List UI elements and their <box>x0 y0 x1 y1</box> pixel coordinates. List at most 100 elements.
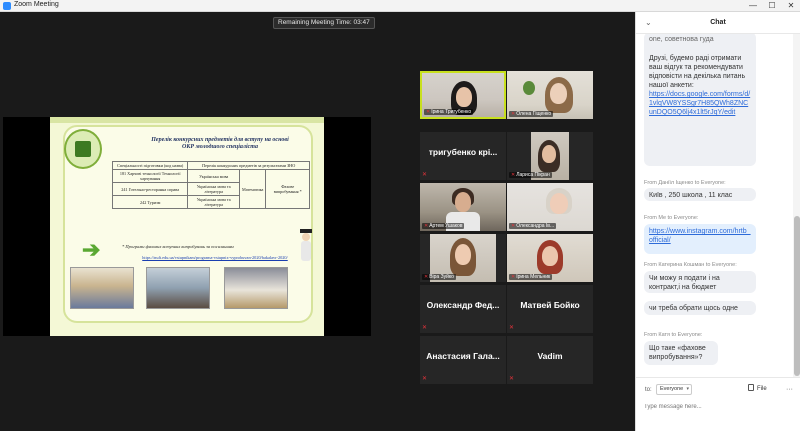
plant-decoration <box>523 81 535 95</box>
recipient-select[interactable]: Everyone ▾ <box>656 384 692 395</box>
chat-message-link[interactable]: https://docs.google.com/forms/d/1vlqVW8Y… <box>649 90 751 117</box>
participant-name: ✕Олена Гіщенко <box>509 111 554 117</box>
table-cell: 241 Готельно-ресторанна справа <box>111 182 189 196</box>
mic-muted-icon: ✕ <box>511 223 516 229</box>
chat-message-text: чи треба обрати щось одне <box>649 305 738 312</box>
table-row: Спеціальності підготовки (код назва) Пер… <box>111 161 310 170</box>
participant-name: Олександр Фед... <box>426 300 500 310</box>
chat-header: ⌄ Chat <box>636 12 800 34</box>
mic-muted-icon: ✕ <box>424 274 429 280</box>
mic-muted-icon: ✕ <box>422 376 428 382</box>
slide-photo-kitchen <box>70 267 134 309</box>
graduate-figure <box>298 229 314 263</box>
window-titlebar: Zoom Meeting — ☐ ✕ <box>0 0 800 12</box>
participant-tile[interactable]: Олександр Фед... ✕ <box>420 285 506 333</box>
more-options-button[interactable]: ··· <box>786 384 793 395</box>
chat-message-bubble: Що таке «фахове випробування»? <box>644 341 718 365</box>
participant-tile[interactable]: ✕Ірина Мельник <box>507 234 593 282</box>
mic-muted-icon: ✕ <box>511 172 516 178</box>
chat-message-bubble: https://www.instagram.com/hrtb_official/ <box>644 224 756 254</box>
participant-tile[interactable]: ✕Олена Гіщенко <box>507 71 593 119</box>
table-cell: Перелік конкурсних предметів за результа… <box>187 161 310 170</box>
participant-tile[interactable]: ✕Лариса Пікран <box>507 132 593 180</box>
participant-name: ✕Віра Зуйко <box>422 274 456 280</box>
mic-muted-icon: ✕ <box>511 111 516 117</box>
table-cell: 242 Туризм <box>111 195 189 209</box>
chat-message-bubble: Чи можу я подати і на контракт,і на бюдж… <box>644 271 756 293</box>
slide-top-band <box>50 117 324 123</box>
chat-message-text: one, советнова гуда <box>649 36 714 43</box>
chat-sender: From Катя to Everyone: <box>644 332 703 338</box>
arrow-right-icon: ➔ <box>82 237 101 262</box>
mic-muted-icon: ✕ <box>422 325 428 331</box>
chat-message-bubble: Київ , 250 школа , 11 клас <box>644 188 756 201</box>
chevron-down-icon: ▾ <box>686 386 689 392</box>
participant-tile[interactable]: тригубенко крі... ✕ <box>420 132 506 180</box>
table-cell: Фахове випробування * <box>265 169 310 209</box>
table-cell: Українська мова та література <box>187 182 240 196</box>
chat-message-bubble: чи треба обрати щось одне <box>644 301 756 315</box>
chat-composer: to: Everyone ▾ File ··· <box>636 377 800 431</box>
table-cell: 181 Харчові технології Технології харчув… <box>111 169 189 183</box>
mic-muted-icon: ✕ <box>509 325 515 331</box>
meeting-area: Remaining Meeting Time: 03:47 Перелік ко… <box>0 12 635 431</box>
slide-photo-students <box>146 267 210 309</box>
participant-tile[interactable]: ✕Олександра Ів... <box>507 183 593 231</box>
chat-scrollbar[interactable] <box>793 34 800 377</box>
recipient-label: to: <box>645 387 652 393</box>
participant-tile[interactable]: ✕Віра Зуйко <box>420 234 506 282</box>
close-button[interactable]: ✕ <box>782 0 800 12</box>
participant-face <box>456 87 472 107</box>
participant-name: ✕Олександра Ів... <box>509 223 557 229</box>
mic-muted-icon: ✕ <box>426 109 431 115</box>
participant-face <box>550 193 568 214</box>
shared-screen[interactable]: Перелік конкурсних предметів для вступу … <box>3 117 371 336</box>
participant-tile[interactable]: ✕Ірина Тригубенко <box>420 71 506 119</box>
file-button-label: File <box>757 386 767 392</box>
window-title: Zoom Meeting <box>14 1 59 8</box>
slide-title: Перелік конкурсних предметів для вступу … <box>151 137 289 150</box>
chat-sender: From Даніїл Іщенко to Everyone: <box>644 180 726 186</box>
participant-face <box>542 145 556 163</box>
mic-muted-icon: ✕ <box>511 274 516 280</box>
chat-message-input[interactable] <box>644 400 792 414</box>
maximize-button[interactable]: ☐ <box>763 0 781 12</box>
table-cell: Українська мова та література <box>187 195 240 209</box>
slide-link: https://nuft.edu.ua/vstupnikam/programa-… <box>142 255 288 260</box>
zoom-app-icon <box>3 2 11 10</box>
chat-sender: From Me to Everyone: <box>644 215 699 221</box>
file-button[interactable]: File <box>748 384 767 395</box>
participant-tile[interactable]: Vadim ✕ <box>507 336 593 384</box>
participant-tile[interactable]: ✕Артем Ушаков <box>420 183 506 231</box>
participant-name: Анастасия Гала... <box>426 351 500 361</box>
chat-title: Chat <box>710 19 726 26</box>
chat-message-text: Чи можу я подати і на контракт,і на бюдж… <box>649 275 720 291</box>
participant-name: Vadim <box>537 351 563 361</box>
slide-table: Спеціальності підготовки (код назва) Пер… <box>111 161 310 209</box>
participant-name: тригубенко крі... <box>428 147 498 157</box>
participant-face <box>542 246 558 266</box>
slide-photo-chef <box>224 267 288 309</box>
chat-scrollbar-thumb[interactable] <box>794 216 800 376</box>
chat-messages[interactable]: one, советнова гуда Друзі, будемо раді о… <box>636 34 793 377</box>
participant-tile[interactable]: Анастасия Гала... ✕ <box>420 336 506 384</box>
table-cell: Українська мова <box>187 169 240 183</box>
participant-name: Матвей Бойко <box>520 300 580 310</box>
participant-face <box>455 244 471 265</box>
participant-face <box>550 83 567 104</box>
slide-note: * Програми фахових вступних випробувань … <box>122 244 234 249</box>
minimize-button[interactable]: — <box>744 0 762 12</box>
chat-message-link[interactable]: https://www.instagram.com/hrtb_official/ <box>649 228 751 244</box>
table-cell: Математика <box>238 169 267 209</box>
participant-name: ✕Артем Ушаков <box>422 223 465 229</box>
chat-panel: ⌄ Chat one, советнова гуда Друзі, будемо… <box>635 12 800 431</box>
participant-face <box>455 192 471 212</box>
chat-message-text: Що таке «фахове випробування»? <box>649 345 706 361</box>
presentation-slide: Перелік конкурсних предметів для вступу … <box>50 117 324 336</box>
participant-tile[interactable]: Матвей Бойко ✕ <box>507 285 593 333</box>
mic-muted-icon: ✕ <box>422 172 428 178</box>
chat-sender: From Катерина Кошман to Everyone: <box>644 262 737 268</box>
file-icon <box>748 384 754 391</box>
table-row: 181 Харчові технології Технології харчув… <box>111 169 310 209</box>
chat-message-text: Друзі, будемо раді отримати ваш відгук т… <box>649 55 746 89</box>
